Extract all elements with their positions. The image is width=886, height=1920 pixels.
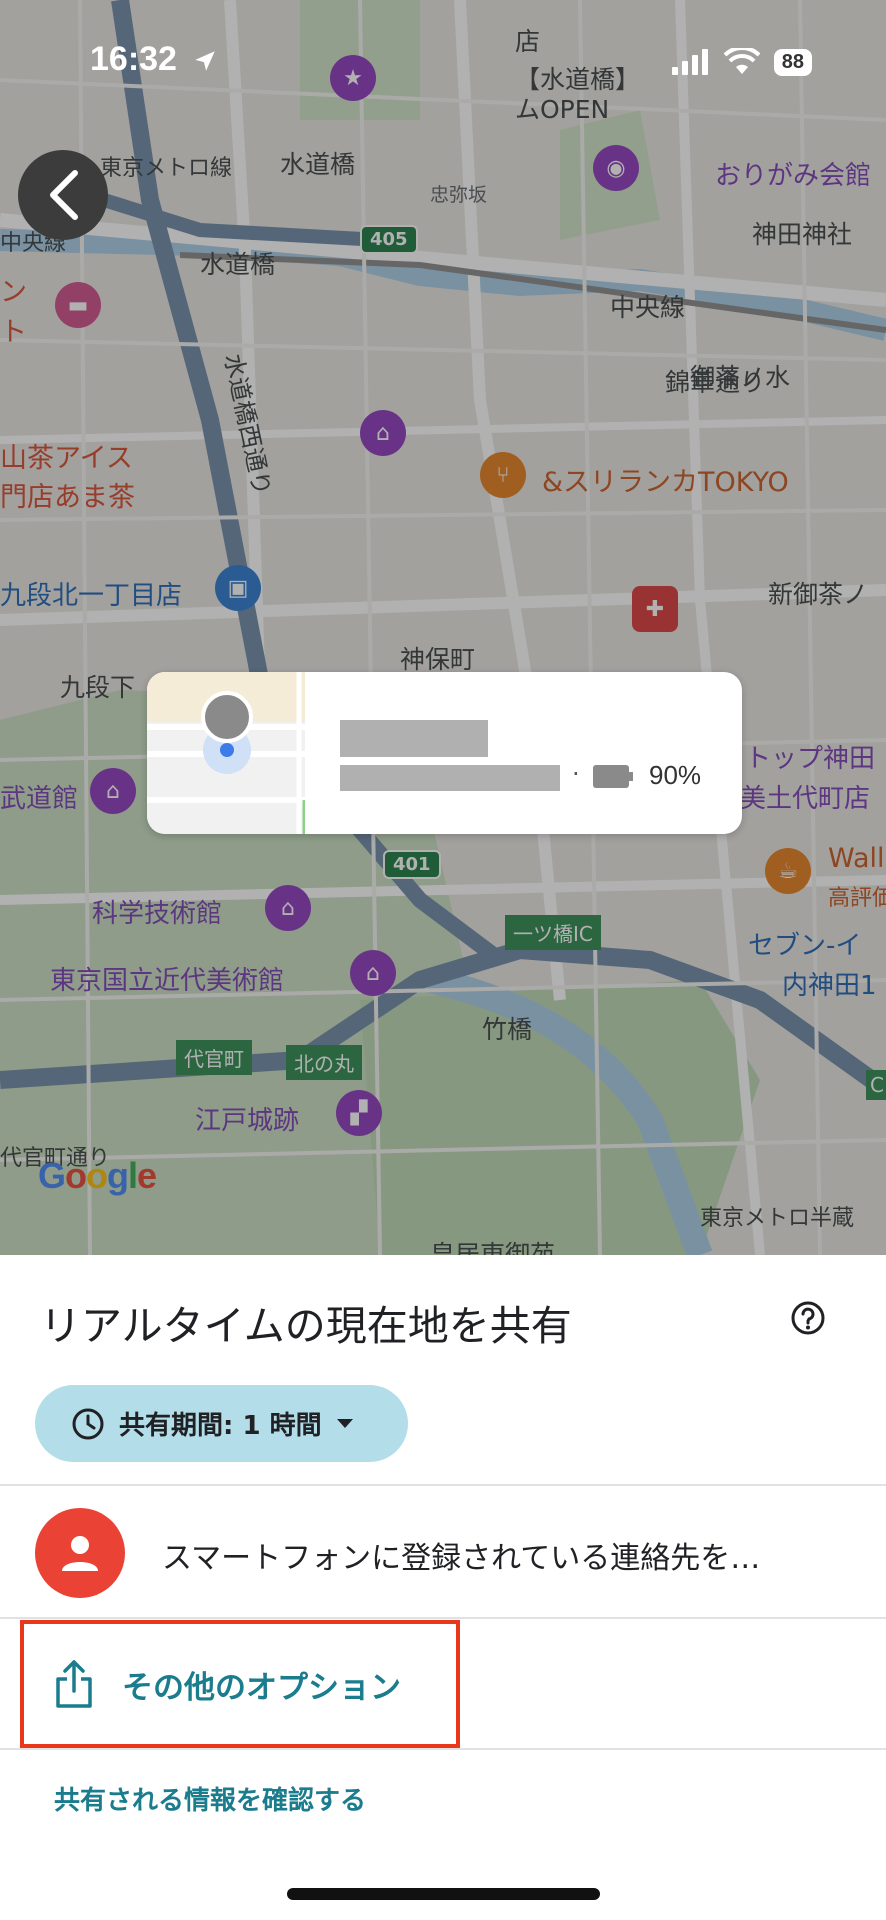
status-time: 16:32 [90, 40, 218, 79]
map-label-kudanshita: 九段下 [60, 673, 136, 702]
kindai-pin-icon[interactable]: ⌂ [350, 950, 396, 996]
place-pin-icon[interactable]: ★ [330, 55, 376, 101]
more-options-button[interactable]: その他のオプション [20, 1620, 460, 1748]
map-label-kanda-jinja: 神田神社 [752, 220, 853, 249]
hospital-pin-icon[interactable]: ✚ [632, 586, 678, 632]
battery-percent: 90% [649, 760, 702, 790]
c1-label: C1 [866, 1070, 886, 1100]
map-label-origami: おりがみ会館 [715, 161, 872, 191]
duration-label: 共有期間: 1 時間 [119, 1411, 322, 1441]
landmark-pin-icon[interactable]: ⌂ [360, 410, 406, 456]
contact-name-redacted [340, 720, 488, 757]
divider [0, 1748, 886, 1750]
map-label-walt: Wall [828, 843, 885, 874]
map-label-topcity: トップ神田 [745, 744, 876, 774]
contact-detail-redacted [340, 765, 560, 791]
sheet-title: リアルタイムの現在地を共有 [40, 1302, 572, 1350]
battery-tip [629, 772, 633, 781]
cafe-pin-icon[interactable]: ☕ [765, 848, 811, 894]
card-separator: · [572, 760, 580, 788]
route-405-shield: 405 [360, 225, 418, 254]
verify-shared-info-link[interactable]: 共有される情報を確認する [54, 1780, 366, 1817]
card-map-thumbnail [147, 672, 306, 834]
more-options-label: その他のオプション [122, 1669, 401, 1706]
map-label-nzu: ン [0, 277, 27, 308]
map-label-budokan: 武道館 [0, 784, 79, 814]
shared-location-card[interactable]: · 90% [147, 672, 742, 834]
edojo-pin-icon[interactable]: ▞ [336, 1090, 382, 1136]
map-label-to: ト [0, 317, 27, 348]
hotel-pin-icon[interactable]: ▬ [55, 282, 101, 328]
map-label-suidobashi: 水道橋 [280, 150, 356, 179]
map-label-chuo-line: 中央線 [610, 293, 686, 322]
map-label-ten: 店 [515, 27, 541, 56]
map-label-kinka: 錦華通り [665, 368, 766, 397]
battery-indicator: 88 [773, 48, 812, 76]
home-indicator[interactable] [287, 1888, 600, 1900]
share-icon [56, 1660, 92, 1708]
google-logo: Google [38, 1155, 157, 1196]
map-label-kagaku: 科学技術館 [92, 899, 223, 929]
budokan-pin-icon[interactable]: ⌂ [90, 768, 136, 814]
map-label-suidobashi-station: 水道橋 [200, 250, 276, 279]
map-label-kogane: 忠弥坂 [430, 184, 488, 206]
map-label-open: ムOPEN [515, 95, 610, 124]
map-label-kindai: 東京国立近代美術館 [50, 966, 285, 996]
map-label-takebashi: 竹橋 [482, 1015, 533, 1044]
store-pin-icon[interactable]: ▣ [215, 565, 261, 611]
map-label-kudankita: 九段北一丁目店 [0, 581, 183, 611]
map-view[interactable]: 水道橋 水道橋 中央線 御茶ノ水 神田神社 おりがみ会館 &スリランカTOKYO… [0, 0, 886, 1255]
duration-chip[interactable]: 共有期間: 1 時間 [35, 1385, 408, 1462]
map-label-metro-hanzomon: 東京メトロ半蔵 [700, 1206, 855, 1231]
contact-avatar [35, 1508, 125, 1598]
divider [0, 1484, 886, 1486]
dropdown-arrow-icon [336, 1418, 353, 1428]
map-label-seven: セブン-イ [748, 931, 862, 961]
kitanomaru-label: 北の丸 [286, 1045, 362, 1080]
map-label-srilanka: &スリランカTOKYO [542, 467, 789, 498]
hitotsubashi-ic-label: 一ツ橋IC [505, 915, 601, 950]
signal-icon [671, 49, 708, 75]
restaurant-pin-icon[interactable]: ⑂ [480, 452, 526, 498]
map-label-shin-ochanomizu: 新御茶ノ [768, 580, 869, 609]
route-401-shield: 401 [383, 850, 441, 879]
contacts-label: スマートフォンに登録されている連絡先を… [162, 1541, 761, 1576]
back-button[interactable] [18, 150, 108, 240]
map-label-kokyo: 皇居東御苑 [430, 1240, 556, 1255]
clock-icon [72, 1408, 104, 1439]
map-label-jinbocho: 神保町 [400, 645, 476, 674]
location-arrow-icon [195, 51, 216, 71]
status-time-text: 16:32 [90, 40, 177, 78]
kagaku-pin-icon[interactable]: ⌂ [265, 885, 311, 931]
wifi-icon [723, 48, 760, 74]
map-label-yamacha: 山茶アイス [0, 443, 133, 474]
map-label-uchikanda: 内神田1 [782, 971, 877, 1001]
daikancho-label: 代官町 [176, 1040, 252, 1075]
map-label-amacha: 門店あま茶 [0, 482, 135, 513]
divider [0, 1617, 886, 1619]
map-label-tokyo-metro: 東京メトロ線 [100, 156, 233, 181]
map-label-bido: 美土代町店 [740, 784, 871, 814]
status-icons: 88 [671, 48, 812, 76]
battery-icon [593, 765, 629, 788]
person-icon [62, 1536, 98, 1571]
museum-pin-icon[interactable]: ◉ [593, 145, 639, 191]
help-icon[interactable] [790, 1300, 826, 1336]
map-label-kohyo: 高評価 [828, 886, 886, 911]
chevron-left-icon [50, 170, 78, 220]
map-label-edojo: 江戸城跡 [195, 1106, 300, 1136]
